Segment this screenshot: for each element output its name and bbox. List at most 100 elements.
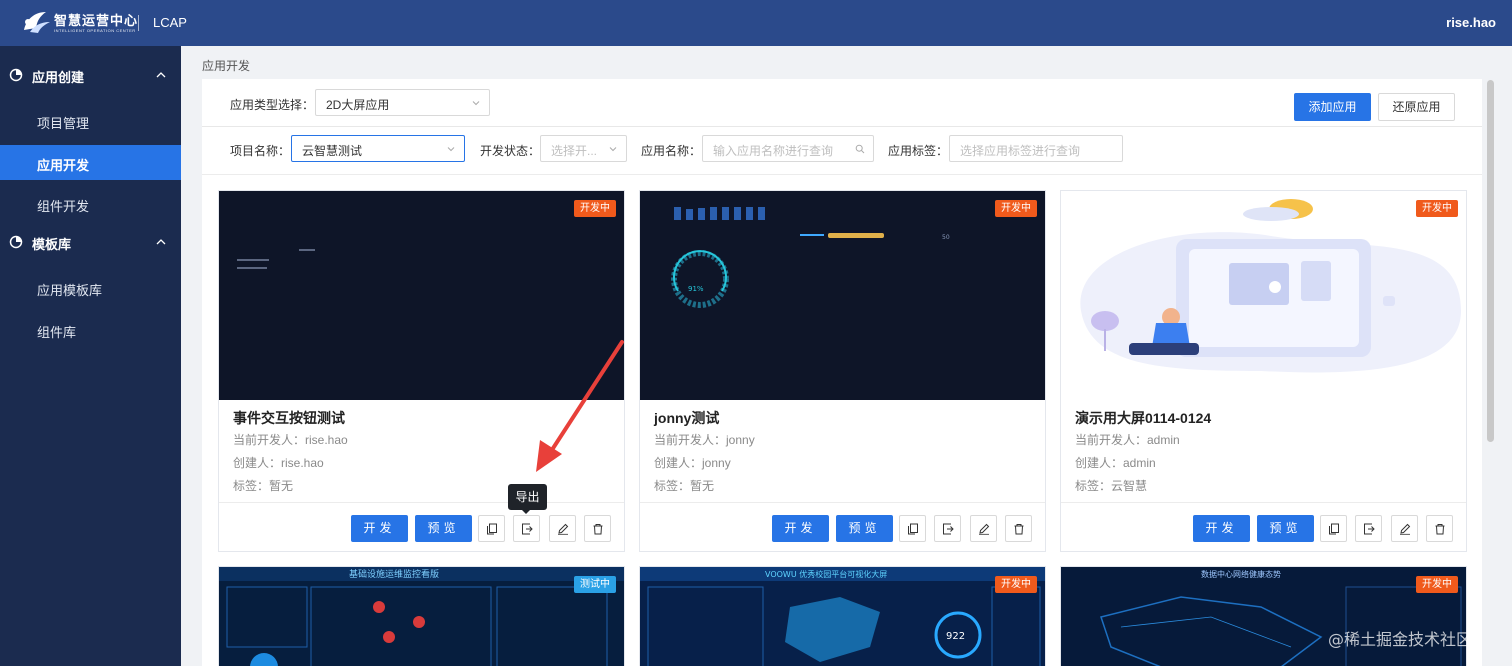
card-actions: 开发 预览 xyxy=(640,502,1045,552)
restore-app-button[interactable]: 还原应用 xyxy=(1378,93,1455,121)
brand-divider xyxy=(138,15,139,31)
project-select[interactable]: 云智慧测试 xyxy=(291,135,465,162)
card-developer: 当前开发人：admin xyxy=(1075,433,1180,447)
copy-icon xyxy=(487,523,497,535)
gauge-number: 922 xyxy=(946,631,965,642)
status-badge: 开发中 xyxy=(1416,200,1458,217)
preview-button[interactable]: 预览 xyxy=(1257,515,1314,542)
brand-logo-icon xyxy=(24,12,50,33)
export-button[interactable] xyxy=(934,515,961,542)
empty-state-illustration xyxy=(1080,199,1461,373)
copy-button[interactable] xyxy=(478,515,505,542)
sidebar-item-label: 项目管理 xyxy=(37,116,90,131)
dev-status-select[interactable]: 选择开... xyxy=(540,135,627,162)
thumb-line xyxy=(299,249,315,251)
trash-icon xyxy=(1435,524,1445,535)
card-actions: 开发 预览 xyxy=(219,502,624,552)
sidebar-item-label: 应用模板库 xyxy=(37,283,103,298)
app-name-label: 应用名称： xyxy=(641,144,702,158)
status-badge: 开发中 xyxy=(995,576,1037,593)
sidebar-item-label: 应用开发 xyxy=(37,158,90,173)
sidebar-item-app-templates[interactable]: 应用模板库 xyxy=(0,270,181,305)
card-thumbnail[interactable] xyxy=(1061,191,1466,400)
brand-title: 智慧运营中心 xyxy=(54,14,139,29)
card-thumbnail[interactable]: 基础设施运维监控看版 xyxy=(219,567,624,666)
edit-button[interactable] xyxy=(1391,515,1418,542)
sidebar-item-app-development[interactable]: 应用开发 xyxy=(0,145,181,180)
edit-icon xyxy=(979,523,990,535)
card-tags: 标签：暂无 xyxy=(233,479,294,493)
develop-button[interactable]: 开发 xyxy=(351,515,408,542)
copy-icon xyxy=(1329,523,1339,535)
develop-button[interactable]: 开发 xyxy=(772,515,829,542)
app-type-select[interactable]: 2D大屏应用 xyxy=(315,89,490,116)
card-title: 演示用大屏0114-0124 xyxy=(1075,410,1212,426)
preview-button[interactable]: 预览 xyxy=(415,515,472,542)
chevron-down-icon xyxy=(447,147,455,152)
card-tags: 标签：云智慧 xyxy=(1075,479,1148,493)
dashboard-preview: 数据中心网络健康态势 xyxy=(1100,569,1462,666)
preview-button[interactable]: 预览 xyxy=(836,515,893,542)
card-actions: 开发 预览 xyxy=(1061,502,1466,552)
sidebar-item-project-management[interactable]: 项目管理 xyxy=(0,103,181,138)
app-type-label: 应用类型选择： xyxy=(230,98,315,112)
copy-button[interactable] xyxy=(1320,515,1347,542)
card-tags: 标签：暂无 xyxy=(654,479,715,493)
app-tag-select[interactable]: 选择应用标签进行查询 xyxy=(949,135,1123,162)
dashboard-heading: VOOWU 优秀校园平台可视化大屏 xyxy=(765,569,887,579)
brand-subtitle: INTELLIGENT OPERATION CENTER xyxy=(54,28,136,33)
card-developer: 当前开发人：jonny xyxy=(654,433,755,447)
delete-button[interactable] xyxy=(584,515,611,542)
tooltip-arrow xyxy=(521,509,531,514)
project-value: 云智慧测试 xyxy=(302,144,363,158)
add-app-button[interactable]: 添加应用 xyxy=(1294,93,1371,121)
dashboard-heading: 数据中心网络健康态势 xyxy=(1201,569,1281,579)
progress-value: 50 xyxy=(942,234,950,241)
export-icon xyxy=(943,523,954,535)
user-menu[interactable]: rise.hao xyxy=(1446,15,1496,30)
sidebar-item-component-library[interactable]: 组件库 xyxy=(0,312,181,347)
card-thumbnail[interactable]: VOOWU 优秀校园平台可视化大屏 922 xyxy=(640,567,1045,666)
status-badge: 测试中 xyxy=(574,576,616,593)
status-badge: 开发中 xyxy=(1416,576,1458,593)
app-type-value: 2D大屏应用 xyxy=(326,98,390,112)
dashboard-preview: VOOWU 优秀校园平台可视化大屏 922 xyxy=(640,567,1045,666)
status-badge: 开发中 xyxy=(574,200,616,217)
dashboard-preview: 91% 50 xyxy=(671,207,950,308)
delete-button[interactable] xyxy=(1005,515,1032,542)
edit-button[interactable] xyxy=(549,515,576,542)
scrollbar[interactable] xyxy=(1487,80,1494,442)
copy-button[interactable] xyxy=(899,515,926,542)
project-label: 项目名称： xyxy=(230,144,291,158)
develop-button[interactable]: 开发 xyxy=(1193,515,1250,542)
dev-status-label: 开发状态： xyxy=(480,144,541,158)
export-button[interactable] xyxy=(1355,515,1382,542)
edit-button[interactable] xyxy=(970,515,997,542)
card-developer: 当前开发人：rise.hao xyxy=(233,433,348,447)
card-thumbnail[interactable]: 数据中心网络健康态势 xyxy=(1061,567,1466,666)
sidebar-item-component-development[interactable]: 组件开发 xyxy=(0,186,181,221)
app-card[interactable]: 91% 50 开发中 jonny测试 当前开发人：jonny 创建人：jonny… xyxy=(639,190,1046,552)
app-name-input[interactable]: 输入应用名称进行查询 xyxy=(702,135,874,162)
card-thumbnail[interactable]: 91% 50 xyxy=(640,191,1045,400)
sidebar-group-template-library[interactable]: 模板库 xyxy=(0,222,181,262)
thumb-line xyxy=(237,267,267,269)
sidebar-group-label: 应用创建 xyxy=(32,70,85,85)
edit-icon xyxy=(558,523,569,535)
dashboard-preview: 基础设施运维监控看版 xyxy=(219,567,624,666)
status-badge: 开发中 xyxy=(995,200,1037,217)
sidebar-group-app-create[interactable]: 应用创建 xyxy=(0,55,181,95)
card-creator: 创建人：rise.hao xyxy=(233,456,324,470)
delete-button[interactable] xyxy=(1426,515,1453,542)
search-icon[interactable] xyxy=(855,144,865,154)
app-card[interactable]: 基础设施运维监控看版 测试中 xyxy=(218,566,625,666)
annotation-arrow-icon xyxy=(536,340,624,472)
export-button[interactable] xyxy=(513,515,540,542)
card-creator: 创建人：jonny xyxy=(654,456,731,470)
dev-status-placeholder: 选择开... xyxy=(551,144,598,158)
app-card[interactable]: VOOWU 优秀校园平台可视化大屏 922 开发中 xyxy=(639,566,1046,666)
app-card[interactable]: 开发中 演示用大屏0114-0124 当前开发人：admin 创建人：admin… xyxy=(1060,190,1467,552)
sidebar-item-label: 组件库 xyxy=(37,325,77,340)
app-card[interactable]: 数据中心网络健康态势 开发中 xyxy=(1060,566,1467,666)
edit-icon xyxy=(1400,523,1411,535)
